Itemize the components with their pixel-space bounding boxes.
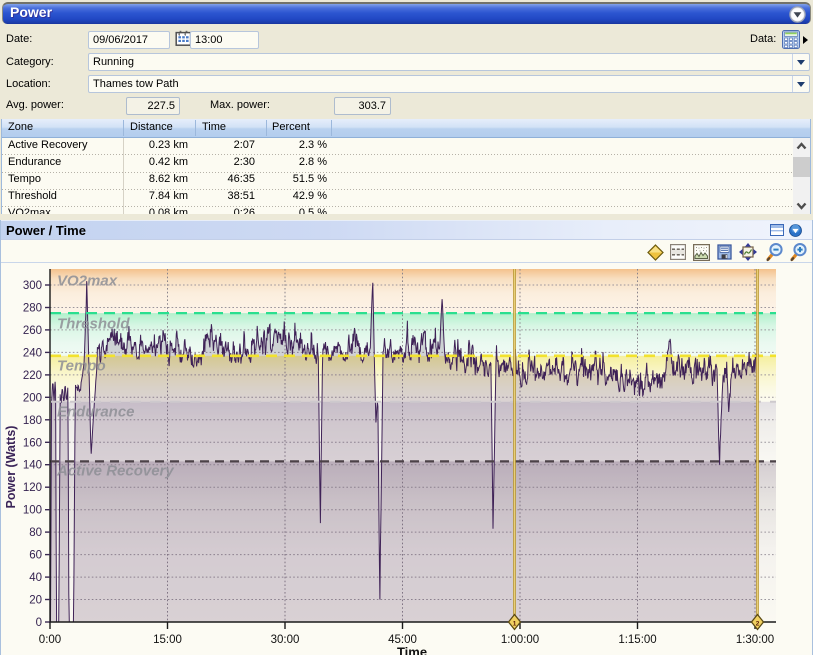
svg-text:1:30:00: 1:30:00 bbox=[736, 634, 774, 646]
svg-text:260: 260 bbox=[23, 325, 42, 337]
svg-text:2: 2 bbox=[756, 621, 760, 628]
svg-text:30:00: 30:00 bbox=[271, 634, 300, 646]
svg-text:Power (Watts): Power (Watts) bbox=[4, 426, 18, 509]
svg-text:Endurance: Endurance bbox=[57, 404, 135, 421]
svg-text:Tempo: Tempo bbox=[57, 358, 106, 375]
svg-text:240: 240 bbox=[23, 347, 42, 359]
svg-text:80: 80 bbox=[29, 527, 42, 539]
svg-text:40: 40 bbox=[29, 572, 42, 584]
svg-text:180: 180 bbox=[23, 415, 42, 427]
svg-text:140: 140 bbox=[23, 460, 42, 472]
svg-text:60: 60 bbox=[29, 550, 42, 562]
svg-text:1:00:00: 1:00:00 bbox=[501, 634, 539, 646]
svg-text:15:00: 15:00 bbox=[153, 634, 182, 646]
svg-text:220: 220 bbox=[23, 370, 42, 382]
svg-text:120: 120 bbox=[23, 482, 42, 494]
svg-text:1: 1 bbox=[513, 621, 517, 628]
svg-text:0:00: 0:00 bbox=[39, 634, 61, 646]
svg-text:20: 20 bbox=[29, 595, 42, 607]
svg-text:Threshold: Threshold bbox=[57, 316, 130, 333]
svg-text:300: 300 bbox=[23, 280, 42, 292]
svg-text:VO2max: VO2max bbox=[57, 273, 118, 290]
svg-text:100: 100 bbox=[23, 505, 42, 517]
svg-text:160: 160 bbox=[23, 437, 42, 449]
svg-text:Time: Time bbox=[397, 645, 427, 655]
svg-text:Active Recovery: Active Recovery bbox=[56, 463, 174, 480]
svg-text:280: 280 bbox=[23, 303, 42, 315]
svg-text:0: 0 bbox=[36, 617, 42, 629]
svg-text:1:15:00: 1:15:00 bbox=[618, 634, 656, 646]
svg-text:200: 200 bbox=[23, 392, 42, 404]
